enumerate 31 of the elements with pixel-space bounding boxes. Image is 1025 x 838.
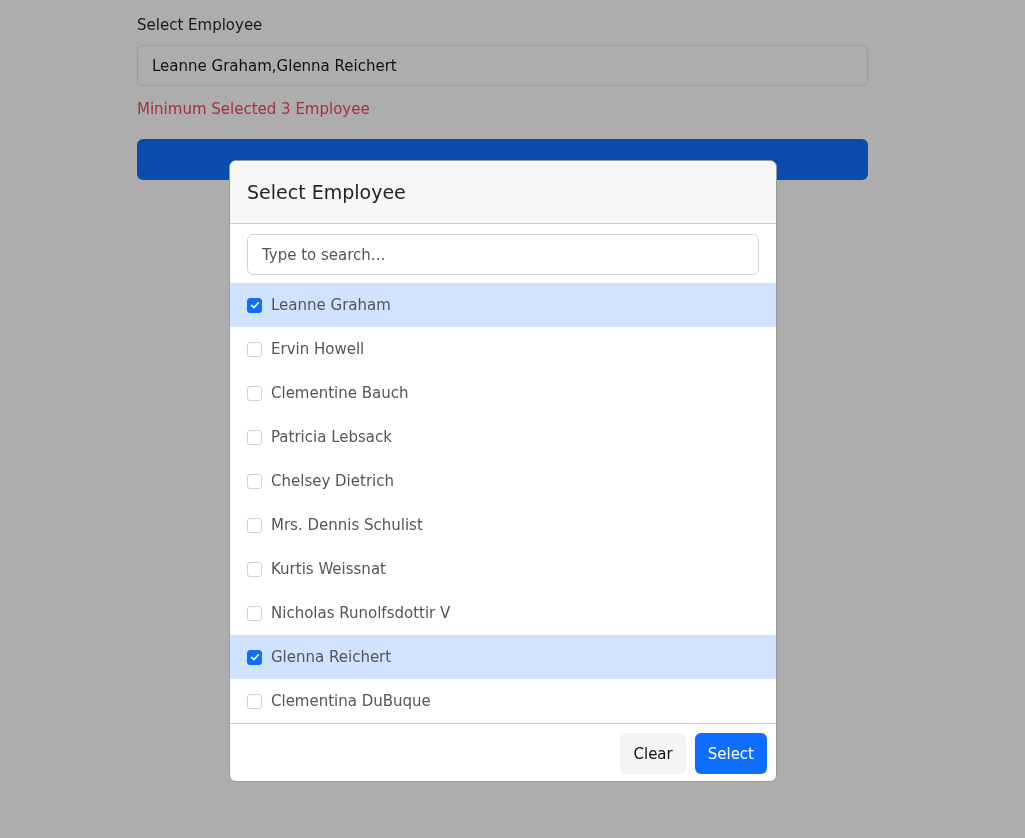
- employee-option[interactable]: Nicholas Runolfsdottir V: [230, 591, 776, 635]
- checkbox[interactable]: [247, 649, 262, 665]
- employee-name: Clementine Bauch: [271, 384, 409, 402]
- employee-option[interactable]: Clementine Bauch: [230, 371, 776, 415]
- checkbox[interactable]: [247, 297, 262, 313]
- employee-option[interactable]: Leanne Graham: [230, 283, 776, 327]
- employee-name: Kurtis Weissnat: [271, 560, 386, 578]
- field-label: Select Employee: [137, 15, 264, 36]
- employee-name: Clementina DuBuque: [271, 692, 431, 710]
- employee-option[interactable]: Kurtis Weissnat: [230, 547, 776, 591]
- select-button[interactable]: Select: [694, 733, 767, 774]
- employee-option[interactable]: Glenna Reichert: [230, 635, 776, 679]
- check-icon: [248, 299, 261, 311]
- error-message: Minimum Selected 3 Employee: [137, 99, 371, 120]
- employee-name: Mrs. Dennis Schulist: [271, 516, 423, 534]
- employee-name: Glenna Reichert: [271, 648, 392, 666]
- employee-name: Ervin Howell: [271, 340, 365, 358]
- check-icon: [248, 651, 261, 663]
- employee-input[interactable]: Leanne Graham,Glenna Reichert: [137, 45, 868, 86]
- employee-name: Patricia Lebsack: [271, 428, 392, 446]
- employee-option[interactable]: Ervin Howell: [230, 327, 776, 371]
- employee-option[interactable]: Patricia Lebsack: [230, 415, 776, 459]
- clear-button[interactable]: Clear: [620, 733, 686, 774]
- employee-option[interactable]: Clementina DuBuque: [230, 679, 776, 723]
- employee-option[interactable]: Mrs. Dennis Schulist: [230, 503, 776, 547]
- employee-option[interactable]: Chelsey Dietrich: [230, 459, 776, 503]
- employee-name: Chelsey Dietrich: [271, 472, 394, 490]
- employee-name: Nicholas Runolfsdottir V: [271, 604, 451, 622]
- employee-name: Leanne Graham: [271, 296, 391, 314]
- modal-title: Select Employee: [247, 181, 406, 203]
- search-field[interactable]: Type to search...: [247, 234, 759, 275]
